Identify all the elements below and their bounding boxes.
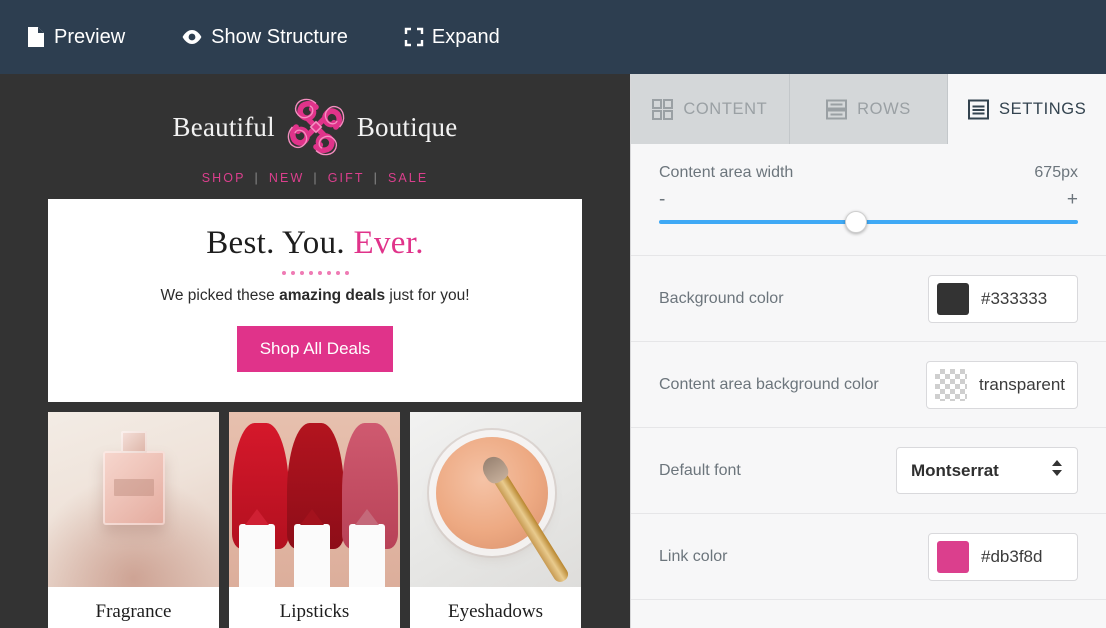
tab-content-label: CONTENT (683, 100, 767, 119)
nav-link-gift[interactable]: GIFT (328, 171, 365, 185)
content-area-width-slider[interactable] (659, 211, 1078, 233)
perfume-bottle-photo (48, 412, 219, 587)
shop-all-deals-button[interactable]: Shop All Deals (237, 326, 394, 372)
eye-icon (181, 28, 203, 46)
settings-list-icon (968, 99, 989, 120)
expand-button[interactable]: Expand (404, 26, 500, 49)
editor-body: Beautiful (0, 74, 1106, 628)
top-toolbar: Preview Show Structure Expand (0, 0, 1106, 74)
hero-subtext-after: just for you! (385, 287, 469, 304)
nav-link-shop[interactable]: SHOP (202, 171, 246, 185)
default-font-select[interactable]: Montserrat (896, 447, 1078, 494)
content-area-width-value: 675px (1034, 164, 1078, 182)
content-area-background-color-label: Content area background color (659, 374, 879, 396)
hero-heading-plain: Best. You. (206, 225, 353, 261)
background-color-row: Background color #333333 (631, 256, 1106, 342)
lipstick-swatches-photo (229, 412, 400, 587)
tab-settings[interactable]: SETTINGS (948, 74, 1106, 144)
settings-panel: CONTENT ROWS (630, 74, 1106, 628)
content-area-width-row: Content area width 675px - + (631, 144, 1106, 256)
link-color-value: #db3f8d (981, 547, 1042, 567)
hero-subtext-bold: amazing deals (279, 287, 385, 304)
background-color-picker[interactable]: #333333 (928, 275, 1078, 323)
tab-rows[interactable]: ROWS (790, 74, 949, 144)
default-font-label: Default font (659, 460, 741, 482)
show-structure-label: Show Structure (211, 26, 348, 49)
default-font-value: Montserrat (911, 461, 999, 481)
content-area-background-color-value: transparent (979, 375, 1065, 395)
email-nav: SHOP | NEW | GIFT | SALE (48, 171, 582, 185)
show-structure-button[interactable]: Show Structure (181, 26, 348, 49)
expand-label: Expand (432, 26, 500, 49)
hero-heading-accent: Ever. (354, 225, 424, 261)
hero-heading: Best. You. Ever. (68, 225, 562, 262)
content-area-width-label: Content area width (659, 162, 793, 184)
nav-link-sale[interactable]: SALE (388, 171, 428, 185)
brand-left-label: Beautiful (173, 112, 275, 143)
increase-width-button[interactable]: + (1067, 190, 1078, 209)
product-caption: Lipsticks (229, 587, 400, 628)
brand-right-label: Boutique (357, 112, 458, 143)
hero-block[interactable]: Best. You. Ever. We picked these amazing… (48, 199, 582, 402)
decrease-width-button[interactable]: - (659, 190, 665, 209)
nav-link-new[interactable]: NEW (269, 171, 304, 185)
preview-button[interactable]: Preview (26, 26, 125, 49)
eyeshadow-pot-photo (410, 412, 581, 587)
product-card[interactable]: Eyeshadows (410, 412, 581, 628)
product-cards-row: Fragrance Lipsticks (48, 412, 582, 628)
slider-track (659, 220, 1078, 224)
content-area-background-color-picker[interactable]: transparent (926, 361, 1078, 409)
hero-subtext-before: We picked these (160, 287, 279, 304)
product-caption: Fragrance (48, 587, 219, 628)
email-header: Beautiful (48, 74, 582, 199)
product-caption: Eyeshadows (410, 587, 581, 628)
product-card[interactable]: Fragrance (48, 412, 219, 628)
product-card[interactable]: Lipsticks (229, 412, 400, 628)
tab-content[interactable]: CONTENT (631, 74, 790, 144)
link-color-label: Link color (659, 546, 727, 568)
preview-label: Preview (54, 26, 125, 49)
slider-controls: - + (659, 190, 1078, 209)
nav-separator: | (365, 171, 388, 185)
panel-tabs: CONTENT ROWS (631, 74, 1106, 144)
background-color-value: #333333 (981, 289, 1047, 309)
link-color-row: Link color #db3f8d (631, 514, 1106, 600)
grid-icon (652, 99, 673, 120)
nav-separator: | (304, 171, 327, 185)
background-color-label: Background color (659, 288, 784, 310)
settings-rows: Content area width 675px - + Background … (631, 144, 1106, 628)
link-color-swatch (937, 541, 969, 573)
rows-icon (826, 99, 847, 120)
tab-settings-label: SETTINGS (999, 100, 1086, 119)
hero-subtext: We picked these amazing deals just for y… (68, 287, 562, 305)
expand-icon (404, 27, 424, 47)
content-area-width-head: Content area width 675px (659, 162, 1078, 184)
knot-logo-icon (285, 96, 347, 158)
tab-rows-label: ROWS (857, 100, 911, 119)
brand-row: Beautiful (48, 96, 582, 158)
nav-separator: | (246, 171, 269, 185)
slider-knob[interactable] (845, 211, 867, 233)
dotted-divider (68, 271, 562, 275)
document-icon (26, 26, 46, 48)
email-content-area: Beautiful (48, 74, 582, 628)
default-font-row: Default font Montserrat (631, 428, 1106, 514)
email-editor-app: Preview Show Structure Expand Beauti (0, 0, 1106, 628)
transparent-swatch (935, 369, 967, 401)
background-color-swatch (937, 283, 969, 315)
email-canvas[interactable]: Beautiful (0, 74, 630, 628)
link-color-picker[interactable]: #db3f8d (928, 533, 1078, 581)
content-area-background-color-row: Content area background color transparen… (631, 342, 1106, 428)
chevron-updown-icon (1051, 459, 1063, 482)
